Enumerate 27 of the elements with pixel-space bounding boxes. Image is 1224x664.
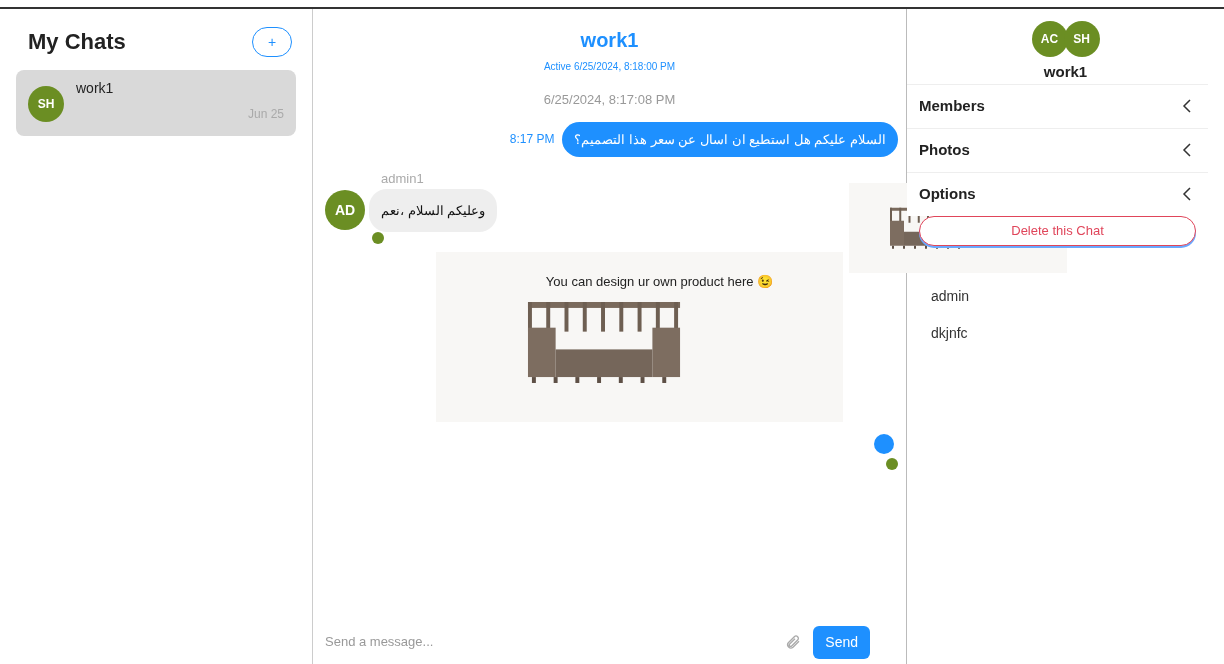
- outgoing-message: السلام عليكم هل استطيع ان اسال عن سعر هذا التصميم؟: [562, 121, 898, 157]
- delete-chat-button[interactable]: Delete this Chat: [919, 215, 1196, 246]
- group-title: work1: [1043, 62, 1088, 82]
- read-indicator-icon: [886, 458, 898, 470]
- avatar: SH: [1063, 21, 1100, 57]
- incoming-message: وعليكم السلام ،نعم: [369, 188, 498, 232]
- message-timestamp: 6/25/2024, 8:17:08 PM: [543, 91, 676, 109]
- message-input[interactable]: Send a message...: [325, 632, 774, 652]
- chevron-icon: [1182, 143, 1192, 157]
- chat-title: work1: [580, 28, 639, 53]
- avatar: SH: [28, 86, 64, 122]
- active-status: Active 6/25/2024, 8:18:00 PM: [543, 60, 676, 74]
- avatar: AD: [325, 190, 365, 231]
- sidebar-title: My Chats: [27, 28, 126, 56]
- chevron-icon: [1182, 99, 1192, 113]
- chat-name: work1: [76, 79, 115, 98]
- chevron-icon: [1182, 187, 1192, 201]
- member-name: dkjnfc: [931, 323, 969, 343]
- sender-name: admin1: [381, 170, 425, 188]
- read-indicator-icon: [372, 232, 384, 244]
- avatar: AC: [1031, 21, 1068, 57]
- image-caption: You can design ur own product here 😉: [545, 273, 774, 291]
- sending-indicator-icon: [874, 434, 894, 454]
- member-name: admin: [931, 286, 971, 306]
- section-header[interactable]: Options: [907, 171, 1208, 216]
- paperclip-icon[interactable]: [785, 634, 802, 650]
- message-time: 8:17 PM: [509, 131, 555, 148]
